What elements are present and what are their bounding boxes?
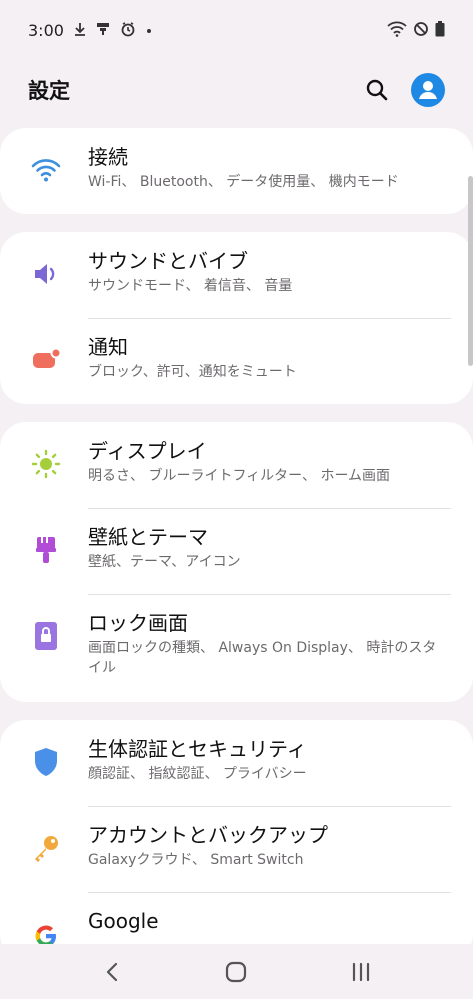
divider <box>88 892 451 893</box>
key-icon <box>30 832 62 864</box>
status-bar: 3:00 <box>0 0 473 60</box>
item-subtitle: 壁紙、テーマ、アイコン <box>88 554 241 570</box>
item-title: 壁紙とテーマ <box>88 525 208 549</box>
search-icon <box>366 79 388 101</box>
settings-item-notifications[interactable]: 通知 ブロック、許可、通知をミュート <box>0 334 473 390</box>
account-button[interactable] <box>411 73 445 107</box>
item-subtitle: Wi-Fi、 Bluetooth、 データ使用量、 機内モード <box>88 174 399 190</box>
divider <box>88 806 451 807</box>
navigation-bar <box>0 944 473 999</box>
search-button[interactable] <box>361 74 393 106</box>
settings-item-lock-screen[interactable]: ロック画面 画面ロックの種類、 Always On Display、 時計のスタ… <box>0 610 473 686</box>
item-title: アカウントとバックアップ <box>88 823 328 847</box>
dot-icon <box>146 24 152 37</box>
settings-item-biometrics[interactable]: 生体認証とセキュリティ 顔認証、 指紋認証、 プライバシー <box>0 736 473 792</box>
divider <box>88 594 451 595</box>
wifi-icon <box>30 154 62 186</box>
item-title: ディスプレイ <box>88 439 207 463</box>
recents-button[interactable] <box>341 952 381 992</box>
settings-card-security: 生体認証とセキュリティ 顔認証、 指紋認証、 プライバシー アカウントとバックア… <box>0 720 473 960</box>
lock-icon <box>30 620 62 652</box>
back-button[interactable] <box>92 952 132 992</box>
account-icon <box>419 81 437 99</box>
settings-item-wallpaper[interactable]: 壁紙とテーマ 壁紙、テーマ、アイコン <box>0 524 473 580</box>
settings-item-accounts[interactable]: アカウントとバックアップ Galaxyクラウド、 Smart Switch <box>0 822 473 878</box>
settings-card-connections: 接続 Wi-Fi、 Bluetooth、 データ使用量、 機内モード <box>0 128 473 214</box>
no-disturb-icon <box>413 21 429 40</box>
item-title: 接続 <box>88 145 128 169</box>
scrollbar[interactable] <box>468 176 473 366</box>
paintbrush-icon <box>30 534 62 566</box>
speaker-icon <box>30 258 62 290</box>
battery-icon <box>435 20 445 40</box>
item-subtitle: 明るさ、 ブルーライトフィルター、 ホーム画面 <box>88 468 391 484</box>
recents-icon <box>352 962 369 981</box>
settings-card-display: ディスプレイ 明るさ、 ブルーライトフィルター、 ホーム画面 壁紙とテーマ 壁紙… <box>0 422 473 702</box>
item-subtitle: サウンドモード、 着信音、 音量 <box>88 278 293 294</box>
usb-icon <box>96 22 110 39</box>
item-subtitle: 画面ロックの種類、 Always On Display、 時計のスタイル <box>88 640 437 676</box>
settings-item-connections[interactable]: 接続 Wi-Fi、 Bluetooth、 データ使用量、 機内モード <box>0 144 473 200</box>
item-subtitle: 顔認証、 指紋認証、 プライバシー <box>88 766 307 782</box>
settings-item-sound[interactable]: サウンドとバイブ サウンドモード、 着信音、 音量 <box>0 248 473 304</box>
item-subtitle: ブロック、許可、通知をミュート <box>88 364 297 380</box>
back-icon <box>107 962 118 981</box>
item-title: 通知 <box>88 335 128 359</box>
sync-icon <box>120 21 136 40</box>
divider <box>88 508 451 509</box>
notification-icon <box>30 344 62 376</box>
home-icon <box>226 961 247 982</box>
item-subtitle: Galaxyクラウド、 Smart Switch <box>88 852 304 868</box>
download-icon <box>74 22 86 39</box>
item-title: サウンドとバイブ <box>88 249 248 273</box>
item-title: ロック画面 <box>88 611 188 635</box>
divider <box>88 318 451 319</box>
settings-item-display[interactable]: ディスプレイ 明るさ、 ブルーライトフィルター、 ホーム画面 <box>0 438 473 494</box>
status-time: 3:00 <box>28 20 64 40</box>
page-title: 設定 <box>28 79 70 103</box>
item-title: Google <box>88 909 159 933</box>
item-title: 生体認証とセキュリティ <box>88 737 307 761</box>
header: 設定 <box>0 60 473 120</box>
brightness-icon <box>30 448 62 480</box>
shield-icon <box>30 746 62 778</box>
settings-card-sound: サウンドとバイブ サウンドモード、 着信音、 音量 通知 ブロック、許可、通知を… <box>0 232 473 404</box>
wifi-status-icon <box>387 21 407 40</box>
home-button[interactable] <box>216 952 256 992</box>
